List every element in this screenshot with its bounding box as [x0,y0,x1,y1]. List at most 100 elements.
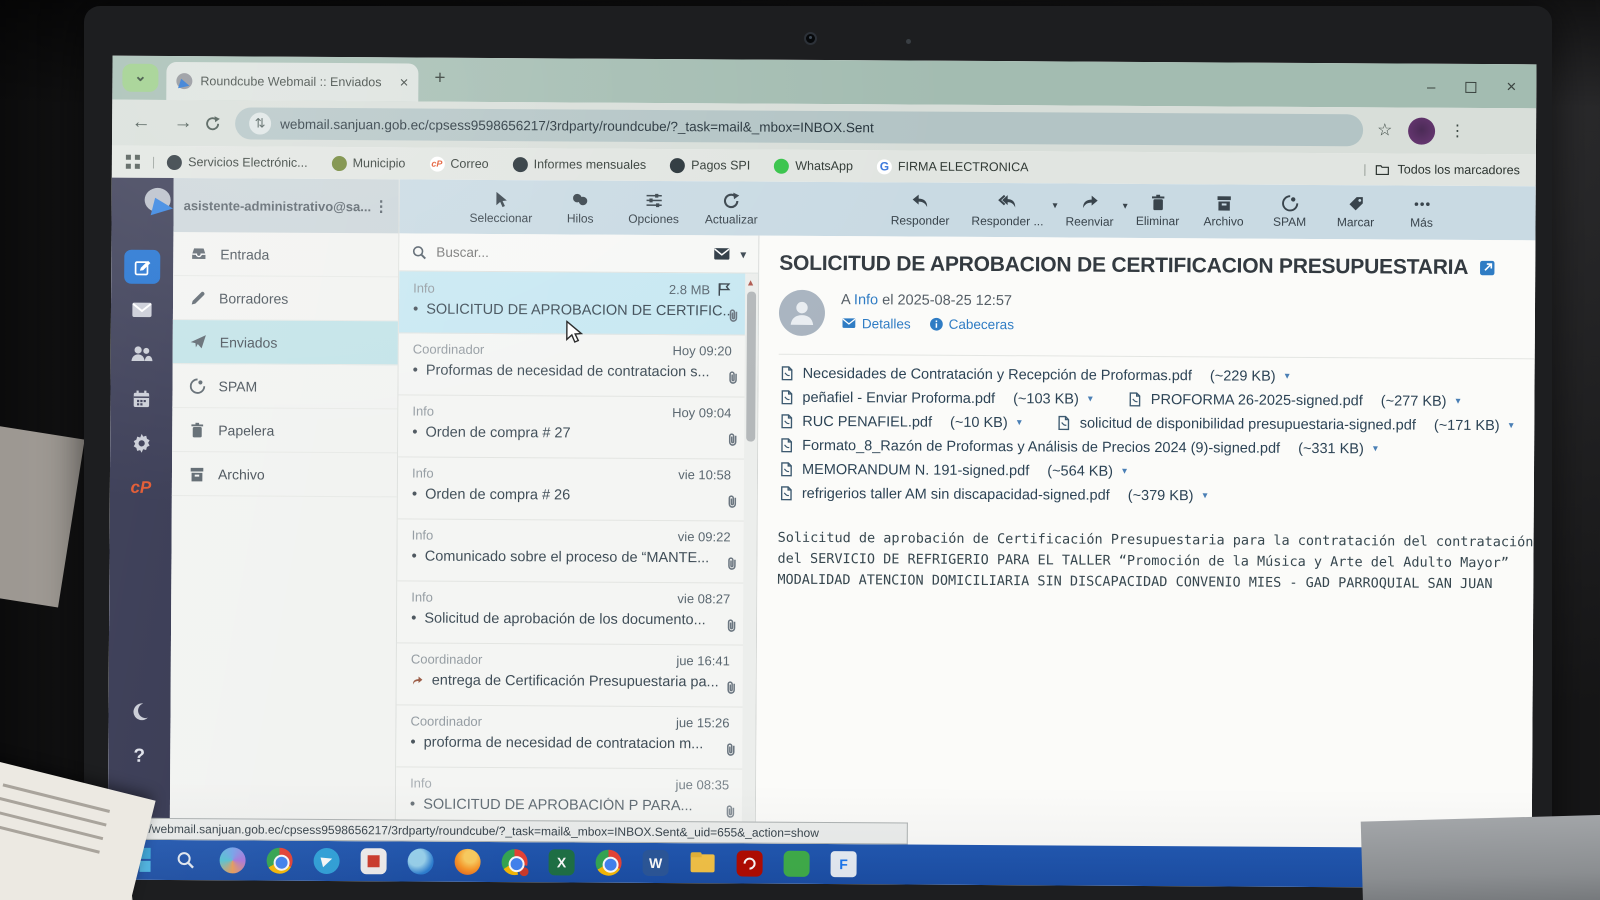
dark-mode-button[interactable] [108,701,170,722]
list-mode-envelope-icon[interactable] [712,244,731,263]
taskbar-copilot[interactable] [220,847,246,873]
mark-button[interactable]: Marcar [1333,194,1377,229]
reply-button[interactable]: Responder [891,191,950,227]
taskbar-telegram[interactable] [314,848,340,874]
close-button[interactable]: × [1506,77,1516,97]
sidebar-item-entrada[interactable]: Entrada [173,232,398,277]
attachment-link[interactable]: Necesidades de Contratación y Recepción … [779,365,1290,385]
search-input[interactable] [436,245,703,262]
taskbar-excel[interactable]: X [549,849,575,875]
message-row[interactable]: Infovie 10:58 •Orden de compra # 26 [398,457,757,521]
taskbar-facebook[interactable]: F [831,851,857,877]
attachment-link[interactable]: refrigerios taller AM sin discapacidad-s… [778,485,1208,505]
back-button[interactable]: ← [128,112,154,134]
chevron-down-icon[interactable]: ▾ [1202,490,1207,501]
minimize-button[interactable]: – [1427,78,1435,95]
help-button[interactable]: ? [108,746,170,768]
browser-tab[interactable]: Roundcube Webmail :: Enviados × [166,62,418,102]
taskbar-chrome[interactable] [267,848,293,874]
maximize-button[interactable] [1465,81,1476,92]
attachment-link[interactable]: Formato_8_Razón de Proformas y Análisis … [778,437,1378,458]
attachment-link[interactable]: PROFORMA 26-2025-signed.pdf (~277 KB)▾ [1127,391,1461,410]
spam-button[interactable]: SPAM [1267,194,1311,229]
taskbar-file-explorer[interactable] [690,850,716,876]
sidebar-item-spam[interactable]: SPAM [172,364,397,409]
taskbar-app-red[interactable] [361,848,387,874]
account-menu-icon[interactable]: ⋮ [374,197,389,215]
tab-close-icon[interactable]: × [400,74,409,91]
open-in-new-window-icon[interactable] [1478,259,1496,277]
message-row[interactable]: Infovie 08:27 •Solicitud de aprobación d… [397,581,756,645]
attachment-link[interactable]: solicitud de disponibilidad presupuestar… [1056,414,1514,434]
taskbar-acrobat[interactable] [737,850,763,876]
bookmark-star-icon[interactable]: ☆ [1377,120,1392,140]
chevron-down-icon[interactable]: ▾ [1088,394,1093,405]
delete-button[interactable]: Eliminar [1135,193,1179,228]
chevron-down-icon[interactable]: ▾ [1122,466,1127,477]
scrollbar-thumb[interactable] [746,292,756,442]
taskbar-chrome-2[interactable] [596,850,622,876]
attachment-link[interactable]: peñafiel - Enviar Proforma.pdf (~103 KB)… [778,389,1092,408]
calendar-nav-button[interactable] [110,388,172,410]
bookmark-informes[interactable]: Informes mensuales [513,157,647,173]
scroll-up-icon[interactable]: ▲ [746,278,755,288]
options-button[interactable]: Opciones [628,190,679,225]
new-tab-button[interactable]: + [434,68,445,90]
settings-nav-button[interactable] [110,432,172,455]
taskbar-firefox[interactable] [455,849,481,875]
bookmark-firma[interactable]: GFIRMA ELECTRONICA [877,159,1029,175]
threads-button[interactable]: Hilos [558,190,602,225]
reload-button[interactable] [204,115,221,132]
taskbar-app-green[interactable] [784,851,810,877]
chevron-down-icon[interactable]: ▾ [1456,396,1461,407]
taskbar-edge[interactable] [408,848,434,874]
sidebar-item-borradores[interactable]: Borradores [173,276,398,321]
sidebar-item-papelera[interactable]: Papelera [172,408,397,453]
search-icon[interactable] [411,244,427,260]
sidebar-item-enviados[interactable]: Enviados [173,320,398,365]
tab-search-button[interactable]: ⌄ [122,64,158,92]
recipient-link[interactable]: Info [854,292,878,308]
message-row[interactable]: Coordinadorjue 16:41 entrega de Certific… [397,643,756,707]
browser-menu-icon[interactable]: ⋮ [1449,121,1465,141]
forward-button[interactable]: → [170,112,196,134]
forward-button[interactable]: Reenviar▾ [1065,192,1113,228]
attachment-link[interactable]: MEMORANDUM N. 191-signed.pdf (~564 KB)▾ [778,461,1127,480]
all-bookmarks-button[interactable]: | Todos los marcadores [1363,162,1520,178]
list-options-chevron-icon[interactable]: ▾ [740,247,746,261]
apps-grid-icon[interactable] [126,155,140,169]
bookmark-municipio[interactable]: Municipio [332,155,406,170]
taskbar-chrome-badge[interactable] [502,849,528,875]
attachment-link[interactable]: RUC PENAFIEL.pdf (~10 KB)▾ [778,413,1022,431]
chevron-down-icon[interactable]: ▾ [1017,417,1022,428]
account-header[interactable]: asistente-administrativo@sa... ⋮ [173,178,398,233]
chevron-down-icon[interactable]: ▾ [1509,420,1514,431]
chevron-down-icon[interactable]: ▾ [1373,443,1378,454]
chevron-down-icon[interactable]: ▾ [1053,200,1058,211]
sidebar-item-archivo[interactable]: Archivo [172,452,397,497]
refresh-button[interactable]: Actualizar [705,191,758,226]
message-row[interactable]: Infovie 09:22 •Comunicado sobre el proce… [397,519,756,583]
cpanel-button[interactable]: cP [110,478,172,498]
chevron-down-icon[interactable]: ▾ [1123,201,1128,212]
chevron-down-icon[interactable]: ▾ [1285,371,1290,382]
select-button[interactable]: Seleccionar [470,189,533,224]
bookmark-servicios[interactable]: Servicios Electrónic... [167,154,308,170]
taskbar-search[interactable] [173,847,199,873]
details-toggle[interactable]: Detalles [841,315,911,331]
taskbar-word[interactable]: W [643,850,669,876]
site-info-icon[interactable]: ⇅ [249,112,271,134]
browser-profile-avatar[interactable] [1408,117,1435,144]
compose-button[interactable] [111,250,173,284]
bookmark-correo[interactable]: cPCorreo [429,156,488,171]
headers-toggle[interactable]: Cabeceras [929,316,1014,332]
reply-all-button[interactable]: Responder ...▾ [971,192,1043,228]
mail-nav-button[interactable] [111,298,173,322]
flag-icon[interactable] [716,281,732,297]
address-bar[interactable]: ⇅ webmail.sanjuan.gob.ec/cpsess959865621… [235,107,1363,146]
more-button[interactable]: Más [1399,195,1443,230]
bookmark-whatsapp[interactable]: WhatsApp [774,158,853,173]
bookmark-pagos-spi[interactable]: Pagos SPI [670,158,750,173]
message-row[interactable]: InfoHoy 09:04 •Orden de compra # 27 [398,395,757,459]
message-row[interactable]: Coordinadorjue 15:26 •proforma de necesi… [396,705,755,769]
